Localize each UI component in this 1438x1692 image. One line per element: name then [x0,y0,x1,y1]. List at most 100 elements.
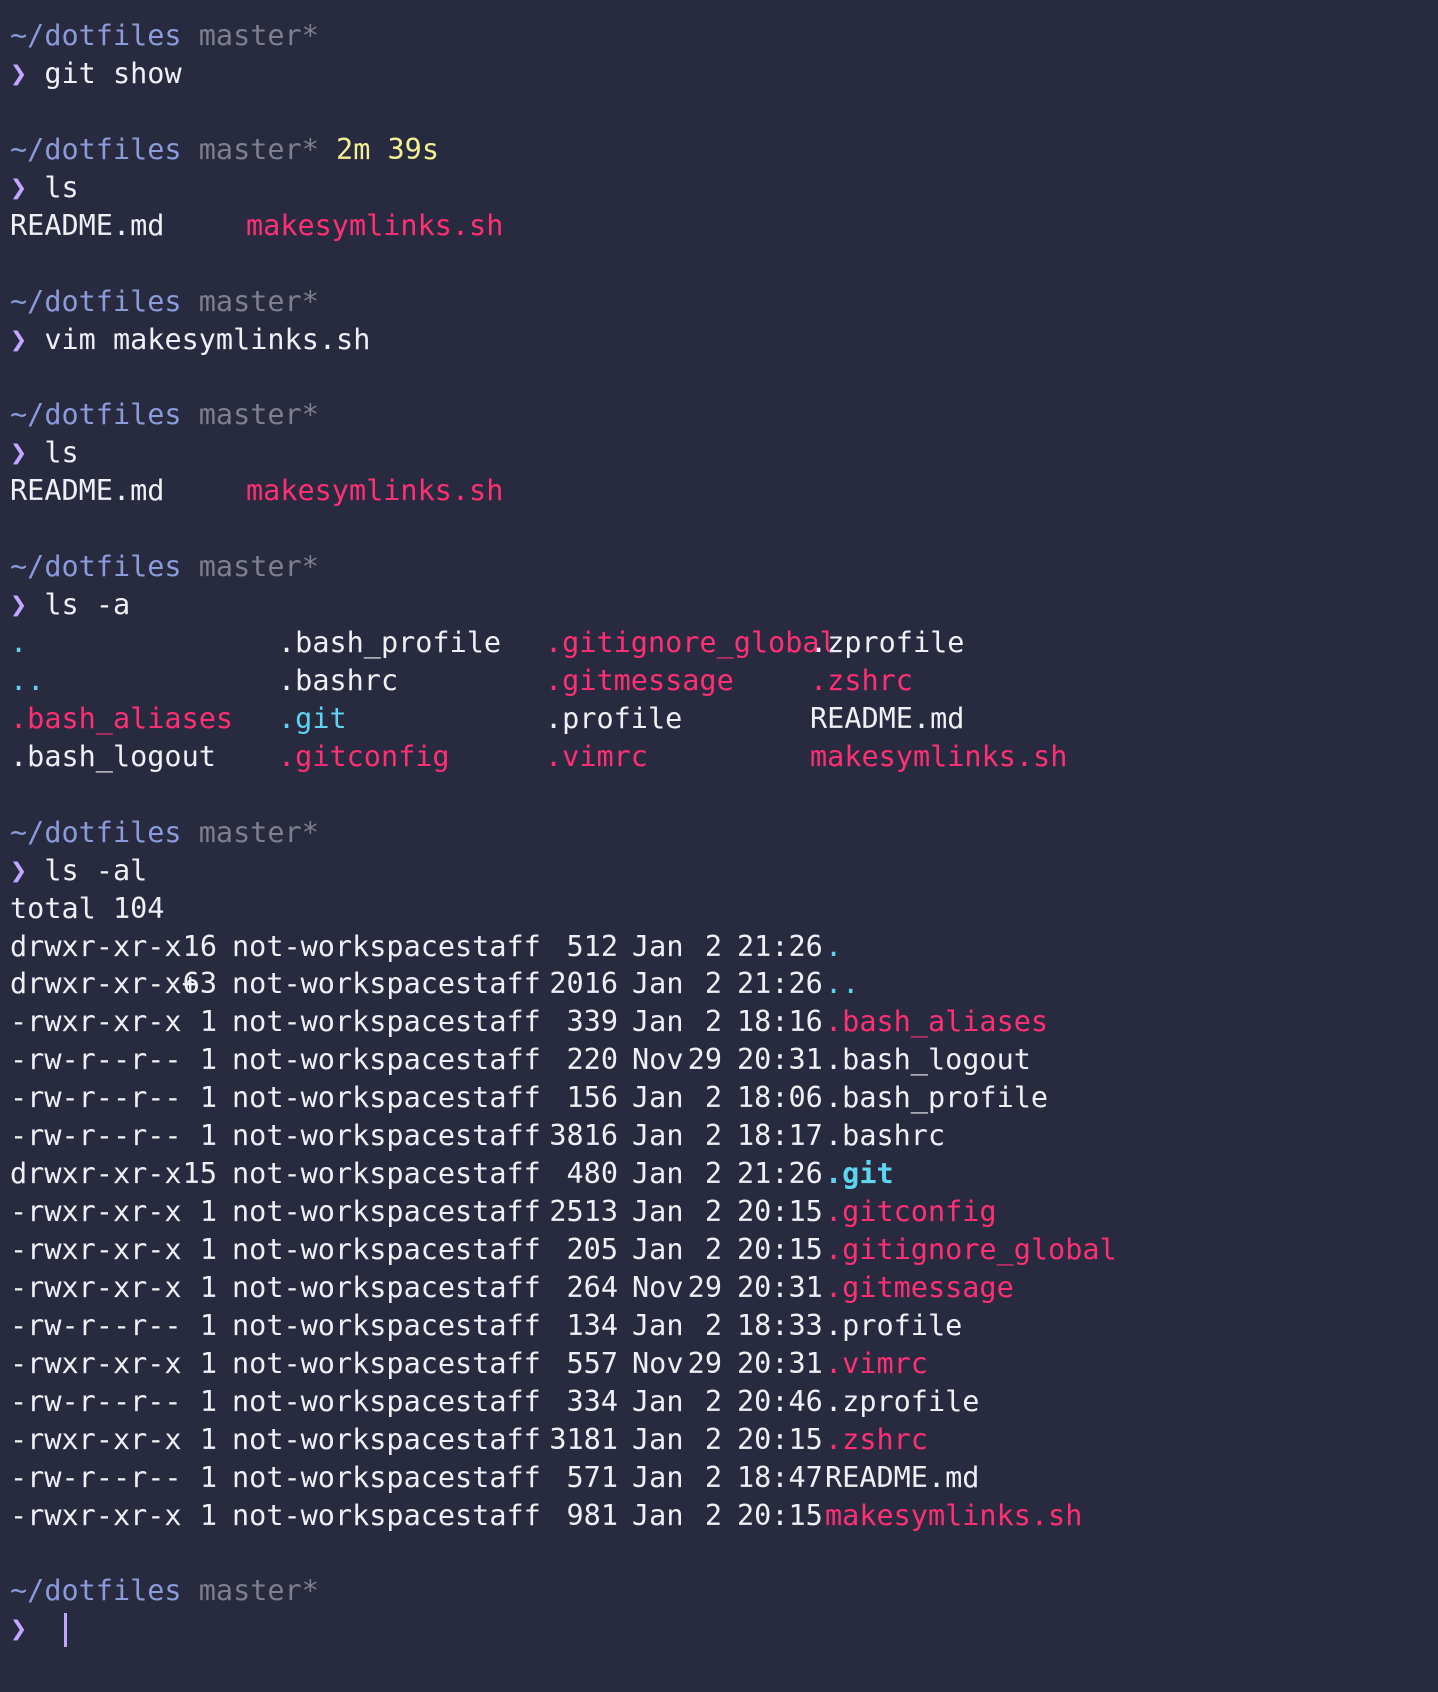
long-listing-row: -rw-r--r-- 1 not-workspace staff 334 Jan 2 20:… [10,1383,1428,1421]
long-listing-group: staff [455,1043,541,1077]
long-listing-name: .bashrc [825,1119,946,1153]
long-listing-month: Jan [632,1157,684,1191]
long-listing-owner: not-workspace [232,1195,456,1229]
long-listing-owner: not-workspace [232,1157,456,1191]
command-line[interactable]: ❯ [10,1610,1428,1648]
long-listing-name: .bash_aliases [825,1005,1049,1039]
long-listing-links: 1 [199,1346,217,1380]
prompt-chevron-icon: ❯ [10,436,28,470]
command-text: ls -al [44,853,148,887]
long-listing-perms: -rwxr-xr-x [10,1005,199,1039]
long-listing-day: 2 [704,1005,722,1039]
long-listing-group: staff [455,929,541,963]
long-listing-owner: not-workspace [232,1119,456,1153]
prompt-chevron-icon: ❯ [10,170,28,204]
long-listing-size: 3181 [549,1422,618,1456]
long-listing-perms: -rwxr-xr-x [10,1498,199,1532]
long-listing-group: staff [455,1384,541,1418]
long-listing-time: 21:26 [737,929,823,963]
long-listing-perms: -rwxr-xr-x [10,1346,199,1380]
long-listing-size: 981 [566,1498,618,1532]
prompt-header: ~/dotfiles master* [10,396,1428,434]
long-listing-links: 1 [199,1422,217,1456]
text-cursor[interactable] [64,1613,68,1648]
listing-row: .bash_aliases .git .profile README.md [10,700,1428,738]
long-listing-time: 20:15 [737,1422,823,1456]
long-listing-day: 29 [687,1270,722,1304]
long-listing-name: .git [825,1157,894,1191]
long-listing-size: 480 [566,1157,618,1191]
prompt-path: ~/dotfiles [10,1574,182,1608]
listing-entry: makesymlinks.sh [810,739,1068,773]
long-listing-day: 2 [704,1384,722,1418]
listing-entry: README.md [810,701,965,735]
long-listing-month: Jan [632,1460,684,1494]
long-listing-size: 156 [566,1081,618,1115]
long-listing-perms: drwxr-xr-x [10,929,199,963]
long-listing-row: -rwxr-xr-x 1 not-workspace staff 981 Jan 2 20:… [10,1497,1428,1535]
command-line: ❯ git show [10,55,1428,93]
prompt-chevron-icon: ❯ [10,588,28,622]
long-listing-name: .zprofile [825,1384,980,1418]
long-listing-month: Jan [632,1422,684,1456]
listing-total: total 104 [10,890,1428,928]
long-listing-time: 18:16 [737,1005,823,1039]
long-listing-day: 29 [687,1043,722,1077]
long-listing-name: .bash_logout [825,1043,1031,1077]
long-listing-group: staff [455,1005,541,1039]
command-line: ❯ ls [10,169,1428,207]
long-listing-row: -rw-r--r-- 1 not-workspace staff 571 Jan 2 18:… [10,1459,1428,1497]
command-line: ❯ ls [10,434,1428,472]
listing-entry: README.md [10,208,165,242]
long-listing-perms: drwxr-xr-x [10,1157,199,1191]
listing-row: README.md makesymlinks.sh [10,472,1428,510]
prompt-header: ~/dotfiles master* [10,548,1428,586]
long-listing-group: staff [455,1346,541,1380]
command-text: ls [44,170,79,204]
long-listing-links: 1 [199,1233,217,1266]
long-listing-time: 21:26 [737,967,823,1001]
long-listing-size: 2513 [549,1195,618,1229]
long-listing-size: 339 [566,1005,618,1039]
long-listing-group: staff [455,1119,541,1153]
prompt-chevron-icon: ❯ [10,1612,28,1646]
listing-entry: .bash_logout [10,739,216,773]
long-listing-owner: not-workspace [232,1308,456,1342]
long-listing-perms: -rwxr-xr-x [10,1422,199,1456]
long-listing-size: 264 [566,1270,618,1304]
long-listing-links: 1 [199,1195,217,1229]
listing-entry: .zshrc [810,663,913,697]
long-listing-time: 20:46 [737,1384,823,1418]
command-text: git show [44,56,182,90]
command-line: ❯ vim makesymlinks.sh [10,321,1428,359]
long-listing-month: Jan [632,1119,684,1153]
long-listing-day: 2 [704,1119,722,1153]
listing-row: . .bash_profile .gitignore_global .zprofile [10,624,1428,662]
long-listing-day: 29 [687,1346,722,1380]
listing-entry: .. [10,663,45,697]
long-listing-links: 1 [199,1043,217,1077]
prompt-header: ~/dotfiles master* [10,814,1428,852]
long-listing-time: 18:17 [737,1119,823,1153]
git-branch-status: master* [198,132,319,166]
terminal-window[interactable]: ~/dotfiles master* ❯ git show ~/dotfiles m… [10,17,1428,1677]
long-listing-links: 1 [199,1119,217,1153]
listing-entry: .gitignore_global [545,626,837,659]
long-listing-name: .zshrc [825,1422,928,1456]
long-listing-group: staff [455,1157,541,1191]
long-listing-month: Jan [632,929,684,963]
long-listing-day: 2 [704,1081,722,1115]
long-listing-perms: -rw-r--r-- [10,1308,199,1342]
long-listing-group: staff [455,1308,541,1342]
prompt-path: ~/dotfiles [10,550,182,584]
long-listing-perms: -rwxr-xr-x [10,1270,199,1304]
long-listing-size: 557 [566,1346,618,1380]
long-listing-perms: -rwxr-xr-x [10,1195,199,1229]
long-listing-row: -rw-r--r-- 1 not-workspace staff 156 Jan 2 18:… [10,1079,1428,1117]
prompt-path: ~/dotfiles [10,815,182,849]
prompt-path: ~/dotfiles [10,398,182,432]
listing-entry: .zprofile [810,626,965,659]
